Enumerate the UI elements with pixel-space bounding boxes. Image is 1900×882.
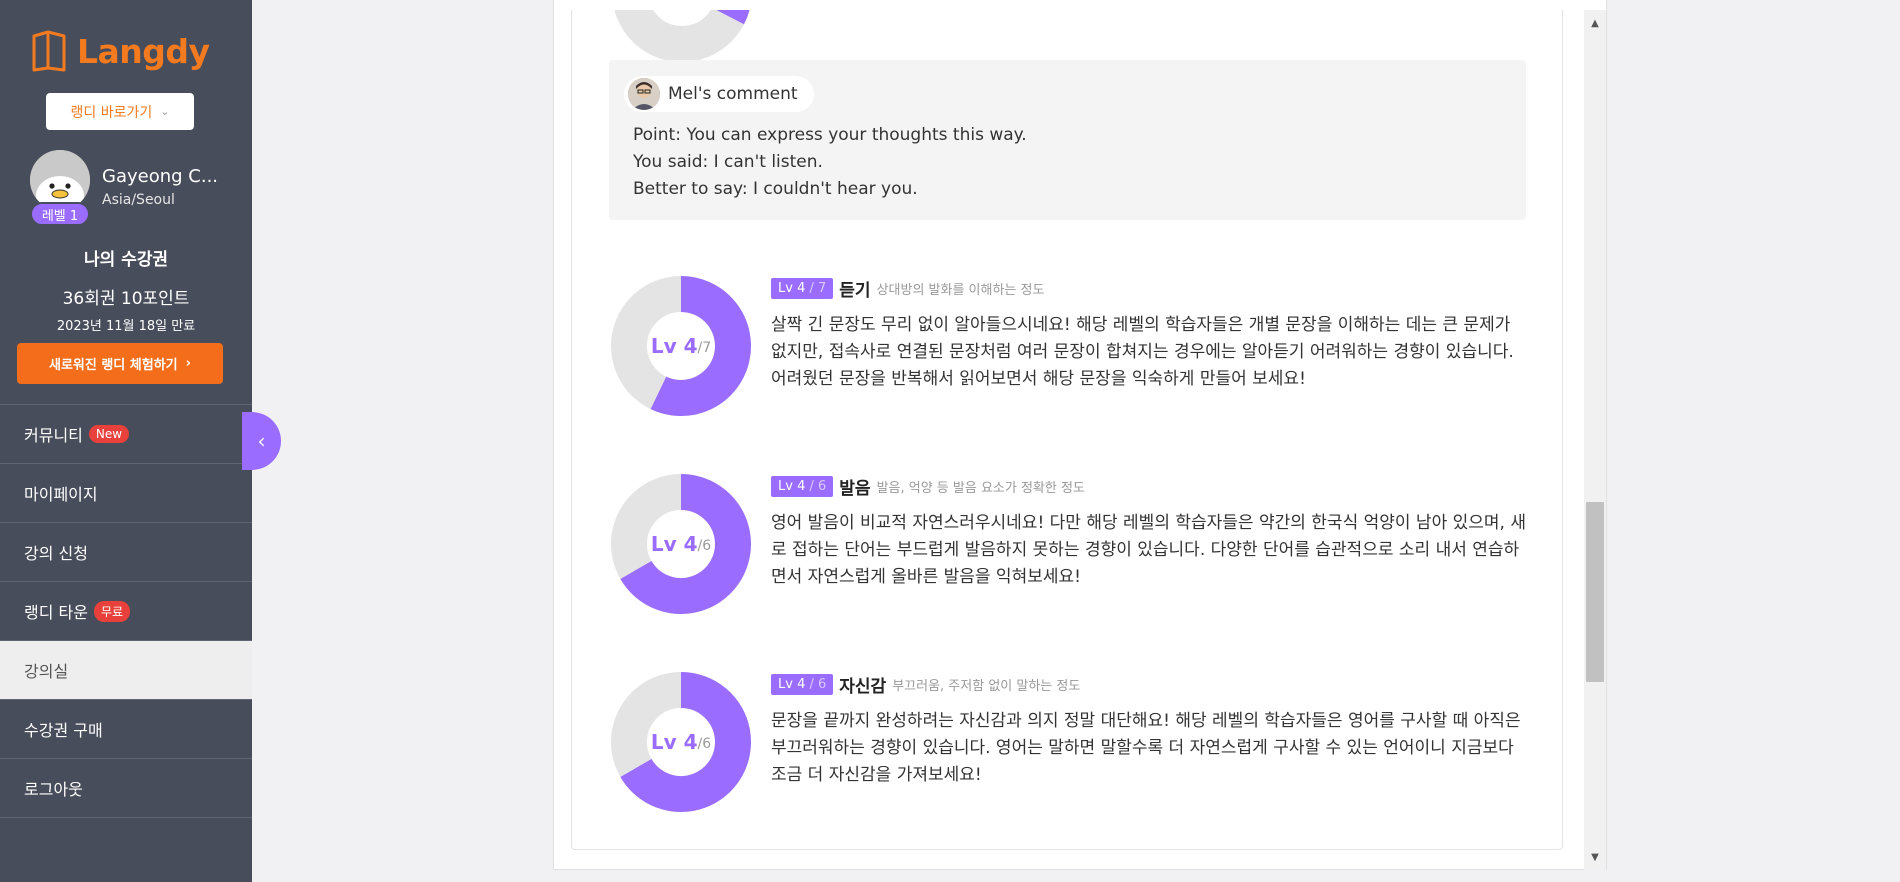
comment-author: Mel's comment (668, 84, 798, 104)
scrollbar-thumb[interactable] (1586, 502, 1604, 682)
level-value: Lv 4 (778, 479, 806, 494)
previous-score-donut (614, 10, 750, 62)
score-header: Lv 4 / 7 듣기 상대방의 발화를 이해하는 정도 (771, 276, 1044, 301)
pass-title: 나의 수강권 (83, 250, 169, 270)
pass-expire: 2023년 11월 18일 만료 (56, 319, 196, 334)
pass-count: 36회권 10포인트 (62, 289, 190, 309)
sidebar-item-label: 로그아웃 (24, 780, 83, 799)
score-desc: 부끄러움, 주저함 없이 말하는 정도 (892, 679, 1081, 694)
comment-author-pill: Mel's comment (624, 76, 814, 112)
level-value: Lv 4 (778, 281, 806, 296)
donut-max: /6 (697, 538, 712, 554)
new-badge: New (88, 425, 130, 443)
tutor-photo-icon (628, 78, 660, 110)
donut-level: Lv 4 (650, 730, 698, 754)
comment-line: Better to say: I couldn't hear you. (633, 179, 918, 199)
sidebar-item-label: 수강권 구매 (24, 721, 103, 740)
chevron-down-icon: ⌄ (160, 105, 170, 118)
my-pass: 나의 수강권 36회권 10포인트 2023년 11월 18일 만료 (0, 245, 252, 334)
score-header: Lv 4 / 6 자신감 부끄러움, 주저함 없이 말하는 정도 (771, 672, 1080, 697)
score-feedback: 문장을 끝까지 완성하려는 자신감과 의지 정말 대단해요! 해당 레벨의 학습… (771, 711, 1521, 785)
content-scrollbar[interactable]: ▲ ▼ (1584, 10, 1606, 870)
level-badge: Lv 4 / 7 (771, 278, 834, 299)
level-value: Lv 4 (778, 677, 806, 692)
score-row-confidence: Lv 4/6 Lv 4 / 6 자신감 부끄러움, 주저함 없이 말하는 정도 … (609, 670, 1529, 820)
brand-name: Langdy (77, 31, 210, 71)
level-max: / 6 (809, 479, 827, 494)
sidebar-item-community[interactable]: 커뮤니티 New (0, 405, 252, 464)
donut-label: Lv 4/6 (609, 670, 753, 814)
sidebar-item-classroom[interactable]: 강의실 (0, 641, 252, 700)
trial-label: 새로워진 랭디 체험하기 (48, 358, 178, 373)
score-desc: 발음, 억양 등 발음 요소가 정확한 정도 (876, 481, 1085, 496)
score-row-listening: Lv 4/7 Lv 4 / 7 듣기 상대방의 발화를 이해하는 정도 살짝 긴… (609, 274, 1529, 424)
langdy-goto-button[interactable]: 랭디 바로가기 ⌄ (46, 93, 194, 130)
avatar[interactable] (30, 150, 90, 210)
score-row-pronunciation: Lv 4/6 Lv 4 / 6 발음 발음, 억양 등 발음 요소가 정확한 정… (609, 472, 1529, 622)
chevron-right-icon: › (185, 356, 191, 371)
level-badge: Lv 4 / 6 (771, 476, 834, 497)
donut-label: Lv 4/6 (609, 472, 753, 616)
sidebar-item-mypage[interactable]: 마이페이지 (0, 464, 252, 523)
sidebar-menu: 커뮤니티 New 마이페이지 강의 신청 랭디 타운 무료 강의실 수강권 구매… (0, 404, 252, 818)
donut-label: Lv 4/7 (609, 274, 753, 418)
sidebar-item-label: 커뮤니티 (24, 426, 83, 445)
comment-lines: Point: You can express your thoughts thi… (633, 122, 1027, 203)
comment-line: You said: I can't listen. (633, 152, 823, 172)
book-logo-icon (32, 30, 66, 72)
donut-max: /7 (697, 340, 712, 356)
score-feedback: 영어 발음이 비교적 자연스러우시네요! 다만 해당 레벨의 학습자들은 약간의… (771, 513, 1526, 587)
tutor-comment: Mel's comment Point: You can express you… (609, 60, 1526, 220)
donut-level: Lv 4 (650, 532, 698, 556)
score-header: Lv 4 / 6 발음 발음, 억양 등 발음 요소가 정확한 정도 (771, 474, 1085, 499)
score-name: 자신감 (839, 677, 887, 697)
sidebar-item-logout[interactable]: 로그아웃 (0, 759, 252, 818)
donut-level: Lv 4 (650, 334, 698, 358)
donut-max: /6 (697, 736, 712, 752)
sidebar-item-buy-pass[interactable]: 수강권 구매 (0, 700, 252, 759)
sidebar-item-label: 강의 신청 (24, 544, 88, 563)
brand-logo[interactable]: Langdy (30, 28, 210, 74)
goto-label: 랭디 바로가기 (70, 104, 153, 121)
sidebar: Langdy 랭디 바로가기 ⌄ 레벨 1 Gayeong C... Asia/… (0, 0, 252, 882)
score-name: 발음 (839, 479, 871, 499)
score-name: 듣기 (839, 281, 871, 301)
profile-timezone: Asia/Seoul (102, 192, 175, 208)
sidebar-item-label: 마이페이지 (24, 485, 98, 504)
sidebar-item-class-apply[interactable]: 강의 신청 (0, 523, 252, 582)
score-desc: 상대방의 발화를 이해하는 정도 (876, 283, 1045, 298)
duck-avatar-icon (30, 150, 90, 210)
comment-line: Point: You can express your thoughts thi… (633, 125, 1027, 145)
score-feedback: 살짝 긴 문장도 무리 없이 알아들으시네요! 해당 레벨의 학습자들은 개별 … (771, 315, 1514, 389)
tutor-avatar (628, 78, 660, 110)
sidebar-item-langdy-town[interactable]: 랭디 타운 무료 (0, 582, 252, 641)
free-badge: 무료 (93, 600, 131, 622)
sidebar-item-label: 강의실 (24, 662, 69, 681)
trial-button[interactable]: 새로워진 랭디 체험하기 › (17, 343, 223, 384)
scroll-down-arrow-icon[interactable]: ▼ (1584, 844, 1606, 870)
level-badge: 레벨 1 (30, 202, 90, 226)
level-max: / 7 (809, 281, 827, 296)
profile-name: Gayeong C... (102, 166, 219, 187)
chevron-left-icon: ‹ (257, 429, 266, 453)
level-max: / 6 (809, 677, 827, 692)
feedback-card: Mel's comment Point: You can express you… (571, 10, 1563, 850)
sidebar-item-label: 랭디 타운 (24, 603, 88, 622)
scroll-up-arrow-icon[interactable]: ▲ (1584, 10, 1606, 36)
sidebar-collapse-button[interactable]: ‹ (242, 412, 281, 470)
level-badge: Lv 4 / 6 (771, 674, 834, 695)
user-profile: 레벨 1 Gayeong C... Asia/Seoul (30, 150, 245, 226)
